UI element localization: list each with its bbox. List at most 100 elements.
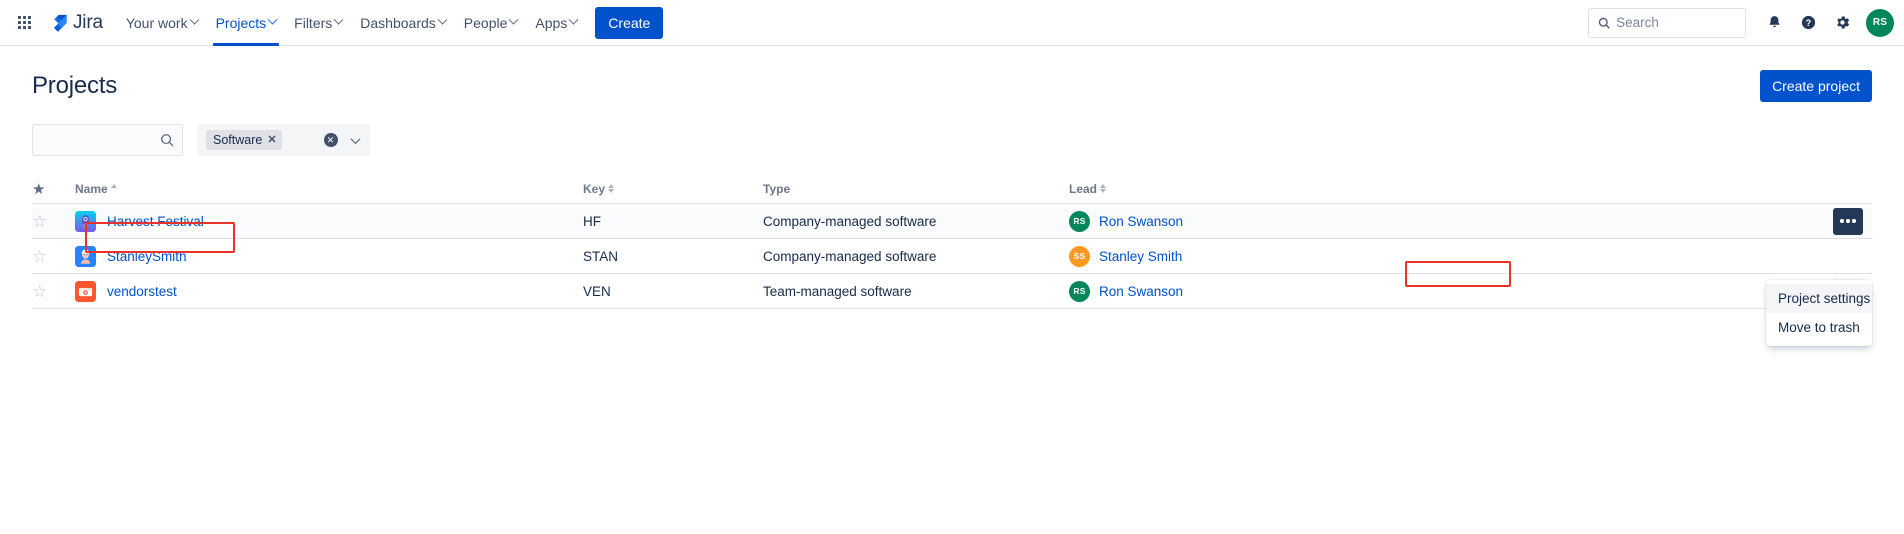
filter-chip-software[interactable]: Software ✕ [206, 130, 282, 150]
table-row[interactable]: ☆ vendorstest VEN Team-managed software … [32, 274, 1872, 309]
project-link-vendorstest[interactable]: vendorstest [107, 284, 177, 299]
more-actions-icon[interactable] [1833, 207, 1863, 235]
settings-button[interactable] [1826, 7, 1858, 39]
project-link-harvest-festival[interactable]: Harvest Festival [107, 214, 204, 229]
sort-icon [1100, 184, 1107, 193]
row-key-cell: STAN [583, 248, 619, 264]
settings-gear-icon [1836, 16, 1849, 29]
nav-item-label: Filters [294, 14, 333, 31]
row-name-cell: vendorstest [75, 280, 583, 302]
row-star-cell: ☆ [32, 248, 75, 265]
row-type-cell: Company-managed software [763, 248, 937, 264]
column-header-label: Name [75, 181, 108, 196]
table-row[interactable]: ☆ StanleySmith STAN Company-managed soft… [32, 239, 1872, 274]
nav-item-label: People [463, 14, 508, 31]
menu-item-project-settings[interactable]: Project settings [1766, 284, 1872, 313]
column-header-lead[interactable]: Lead [1069, 182, 1399, 196]
column-header-type: Type [763, 182, 1069, 196]
nav-item-label: Your work [125, 14, 188, 31]
column-header-label: Type [763, 181, 791, 196]
project-actions-menu: Project settings Move to trash [1766, 280, 1872, 346]
sort-ascending-icon [110, 184, 117, 193]
nav-item-projects[interactable]: Projects [207, 0, 286, 46]
global-search-input[interactable] [1616, 15, 1736, 30]
nav-item-your-work[interactable]: Your work [117, 0, 207, 46]
row-lead-cell: RS Ron Swanson [1069, 280, 1399, 302]
nav-right-group: ? RS [1588, 7, 1894, 39]
chevron-down-icon [508, 14, 519, 25]
lead-avatar: RS [1069, 280, 1090, 302]
chevron-down-icon [568, 14, 579, 25]
search-icon [161, 134, 174, 147]
row-type-cell: Company-managed software [763, 213, 937, 229]
row-star-cell: ☆ [32, 283, 75, 300]
row-lead-cell: RS Ron Swanson [1069, 210, 1399, 232]
top-navigation-bar: Jira Your work Projects Filters Dashboar… [0, 0, 1904, 46]
chevron-down-icon [333, 14, 344, 25]
sort-icon [608, 184, 615, 193]
page-content: Projects Create project Software ✕ ✕ ★ N… [0, 46, 1904, 346]
svg-text:?: ? [1805, 18, 1810, 28]
lead-link[interactable]: Ron Swanson [1099, 284, 1183, 299]
search-icon [1598, 17, 1610, 29]
notifications-button[interactable] [1758, 7, 1790, 39]
nav-item-apps[interactable]: Apps [526, 0, 586, 46]
column-header-star: ★ [32, 180, 75, 198]
close-x-icon[interactable]: ✕ [267, 134, 276, 146]
nav-item-filters[interactable]: Filters [285, 0, 351, 46]
column-header-label: Lead [1069, 181, 1098, 196]
project-search-box[interactable] [32, 124, 183, 156]
project-avatar-camera [75, 280, 96, 302]
page-title: Projects [32, 72, 118, 99]
row-type-cell: Team-managed software [763, 283, 912, 299]
lead-avatar: SS [1069, 245, 1090, 267]
star-icon: ★ [32, 180, 46, 198]
create-project-button[interactable]: Create project [1760, 70, 1872, 102]
filter-controls: Software ✕ ✕ [32, 124, 1872, 156]
nav-item-label: Dashboards [360, 14, 436, 31]
create-button[interactable]: Create [595, 6, 664, 39]
user-avatar[interactable]: RS [1866, 8, 1894, 37]
jira-logo-icon [53, 14, 67, 32]
notifications-bell-icon [1769, 16, 1779, 28]
row-key-cell: VEN [583, 283, 611, 299]
global-search-box[interactable] [1588, 7, 1746, 38]
filter-chip-label: Software [213, 133, 263, 147]
row-name-cell: Harvest Festival [75, 210, 583, 232]
project-type-filter[interactable]: Software ✕ ✕ [197, 124, 370, 156]
jira-home-link[interactable]: Jira [42, 7, 109, 39]
chevron-down-icon[interactable] [350, 133, 361, 144]
clear-circle-icon[interactable]: ✕ [323, 133, 338, 147]
column-header-label: Key [583, 181, 606, 196]
project-avatar-person [75, 245, 96, 267]
lead-link[interactable]: Ron Swanson [1099, 214, 1183, 229]
nav-item-dashboards[interactable]: Dashboards [351, 0, 455, 46]
project-search-input[interactable] [41, 132, 160, 148]
projects-table: ★ Name Key Type Lead ☆ Harvest Festival … [32, 174, 1872, 309]
row-key-cell: HF [583, 213, 601, 229]
lead-avatar: RS [1069, 210, 1090, 232]
table-header-row: ★ Name Key Type Lead [32, 174, 1872, 204]
column-header-name[interactable]: Name [75, 182, 583, 196]
row-name-cell: StanleySmith [75, 245, 583, 267]
star-outline-icon[interactable]: ☆ [32, 283, 47, 300]
star-outline-icon[interactable]: ☆ [32, 248, 47, 265]
menu-item-move-to-trash[interactable]: Move to trash [1766, 313, 1872, 342]
project-link-stanleysmith[interactable]: StanleySmith [107, 249, 187, 264]
column-header-key[interactable]: Key [583, 182, 763, 196]
jira-wordmark: Jira [73, 11, 103, 33]
row-lead-cell: SS Stanley Smith [1069, 245, 1399, 267]
lead-link[interactable]: Stanley Smith [1099, 249, 1182, 264]
table-row[interactable]: ☆ Harvest Festival HF Company-managed so [32, 204, 1872, 239]
help-button[interactable]: ? [1792, 7, 1824, 39]
chevron-down-icon [437, 14, 448, 25]
app-switcher-button[interactable] [8, 7, 40, 39]
nav-item-people[interactable]: People [455, 0, 527, 46]
chevron-down-icon [267, 14, 278, 25]
nav-left-group: Jira Your work Projects Filters Dashboar… [8, 0, 664, 46]
help-question-icon: ? [1801, 15, 1815, 30]
row-star-cell: ☆ [32, 213, 75, 230]
star-outline-icon[interactable]: ☆ [32, 213, 47, 230]
grid-apps-icon [17, 16, 31, 29]
nav-item-label: Projects [215, 14, 267, 31]
